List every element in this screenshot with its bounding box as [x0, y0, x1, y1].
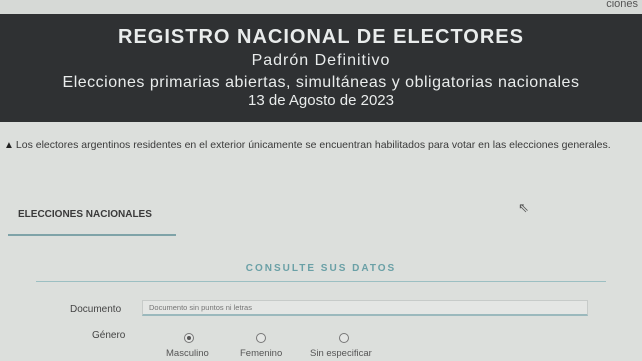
exterior-notice: ▲ Los electores argentinos residentes en … [4, 138, 630, 153]
gender-radio-masculino[interactable] [184, 333, 194, 343]
gender-radio-femenino[interactable] [256, 333, 266, 343]
election-date: 13 de Agosto de 2023 [248, 92, 394, 109]
section-divider [36, 281, 606, 282]
gender-option-label: Femenino [240, 348, 283, 359]
warning-icon: ▲ [4, 140, 14, 151]
page-header: REGISTRO NACIONAL DE ELECTORES Padrón De… [0, 14, 642, 122]
gender-radio-sin-especificar[interactable] [339, 333, 349, 343]
gender-option-label: Masculino [166, 348, 209, 359]
page-title: REGISTRO NACIONAL DE ELECTORES [118, 26, 524, 48]
active-tab-indicator [8, 234, 176, 236]
section-title: CONSULTE SUS DATOS [245, 263, 397, 274]
document-label: Documento [70, 304, 122, 315]
election-name: Elecciones primarias abiertas, simultáne… [62, 74, 580, 91]
document-input[interactable] [142, 300, 588, 316]
tab-elecciones-nacionales[interactable]: ELECCIONES NACIONALES [18, 209, 152, 220]
top-strip-text: ciones [606, 0, 638, 10]
gender-label: Género [92, 330, 126, 341]
page-subtitle: Padrón Definitivo [251, 52, 391, 69]
notice-text: Los electores argentinos residentes en e… [15, 139, 611, 151]
mouse-cursor-icon: ⇖ [518, 200, 529, 215]
browser-top-strip: ciones [0, 0, 642, 14]
gender-option-label: Sin especificar [310, 348, 372, 359]
